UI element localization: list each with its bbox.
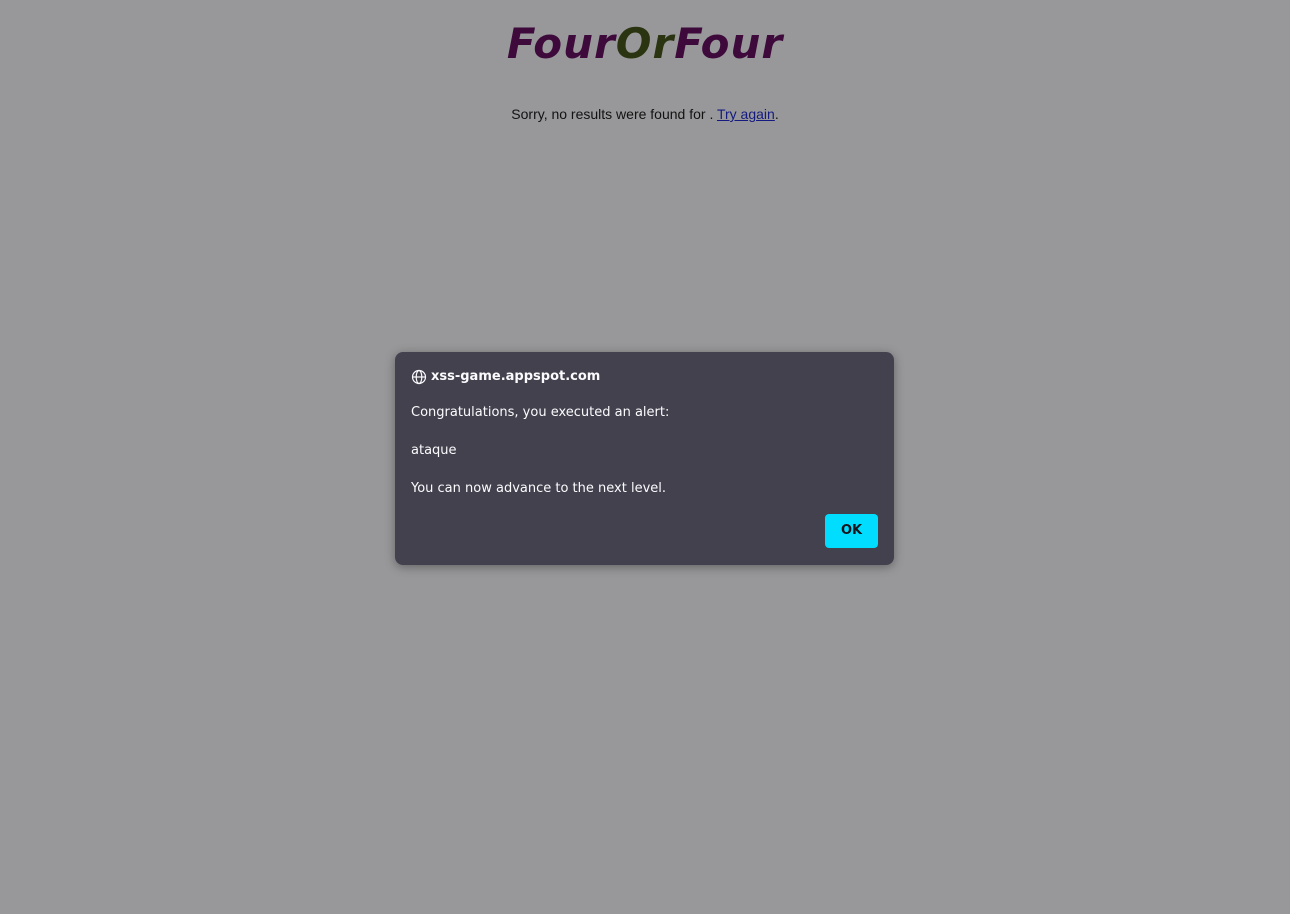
globe-icon — [411, 369, 427, 385]
ok-button[interactable]: OK — [825, 514, 878, 548]
logo-word-four-second: Four — [674, 19, 784, 68]
no-results-text: Sorry, no results were found for . — [511, 106, 717, 122]
alert-dialog: xss-game.appspot.com Congratulations, yo… — [395, 352, 894, 565]
dialog-origin-text: xss-game.appspot.com — [431, 369, 601, 384]
logo-word-or: Or — [615, 19, 675, 68]
logo-word-four: Four — [506, 19, 616, 68]
dialog-message-line-2: ataque — [411, 443, 457, 458]
trailing-period: . — [774, 106, 779, 122]
search-results-message: Sorry, no results were found for . Try a… — [0, 105, 1290, 123]
dialog-message-line-1: Congratulations, you executed an alert: — [411, 405, 670, 420]
try-again-link[interactable]: Try again — [717, 106, 775, 122]
dialog-origin: xss-game.appspot.com — [411, 368, 600, 386]
dialog-message-line-3: You can now advance to the next level. — [411, 481, 667, 496]
site-logo: FourOrFour — [0, 20, 1290, 68]
